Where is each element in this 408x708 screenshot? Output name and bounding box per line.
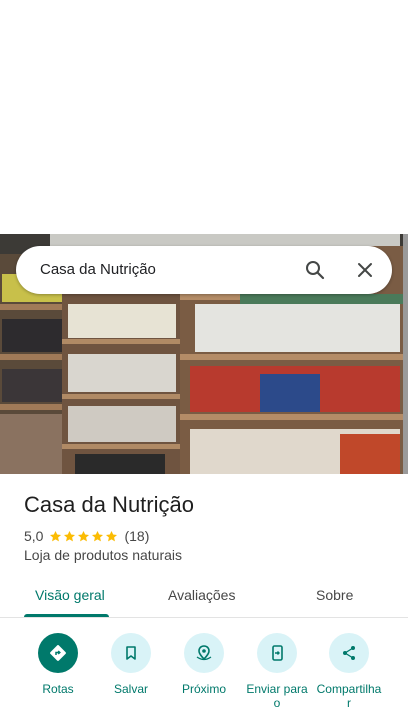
tab-reviews[interactable]: Avaliações — [168, 587, 235, 603]
directions-icon — [38, 633, 78, 673]
star-icon — [64, 530, 76, 541]
bookmark-icon — [111, 633, 151, 673]
place-title: Casa da Nutrição — [24, 492, 194, 517]
nearby-button[interactable]: Próximo — [164, 633, 244, 696]
map-area-blank — [0, 0, 408, 234]
save-label: Salvar — [113, 682, 148, 696]
directions-button[interactable]: Rotas — [18, 633, 98, 696]
star-icon — [106, 530, 118, 541]
share-icon — [329, 633, 369, 673]
star-icon — [78, 530, 90, 541]
tab-about[interactable]: Sobre — [316, 587, 353, 603]
send-to-phone-label: Enviar para — [246, 682, 308, 696]
rating-value: 5,0 — [24, 528, 44, 544]
search-icon[interactable] — [303, 258, 327, 282]
close-icon[interactable] — [353, 258, 377, 282]
tab-bar: Visão geral Avaliações Sobre — [0, 578, 408, 618]
send-to-phone-label-wrap: o — [273, 696, 281, 708]
nearby-icon — [184, 633, 224, 673]
star-rating — [49, 530, 119, 543]
search-bar[interactable]: Casa da Nutrição — [16, 246, 392, 294]
tab-overview[interactable]: Visão geral — [35, 587, 105, 603]
share-label: Compartilha — [316, 682, 382, 696]
star-icon — [50, 530, 62, 541]
directions-label: Rotas — [42, 682, 74, 696]
review-count[interactable]: (18) — [124, 528, 149, 544]
place-category[interactable]: Loja de produtos naturais — [24, 547, 182, 563]
scrollbar[interactable] — [403, 234, 408, 474]
share-button[interactable]: Compartilha r — [309, 633, 389, 708]
rating-row[interactable]: 5,0 (18) — [24, 527, 149, 545]
send-to-phone-button[interactable]: Enviar para o — [237, 633, 317, 708]
send-to-phone-icon — [257, 633, 297, 673]
share-label-wrap: r — [347, 696, 351, 708]
nearby-label: Próximo — [181, 682, 226, 696]
active-tab-indicator — [24, 614, 109, 617]
search-input[interactable]: Casa da Nutrição — [40, 261, 156, 278]
star-icon — [92, 530, 104, 541]
save-button[interactable]: Salvar — [91, 633, 171, 696]
